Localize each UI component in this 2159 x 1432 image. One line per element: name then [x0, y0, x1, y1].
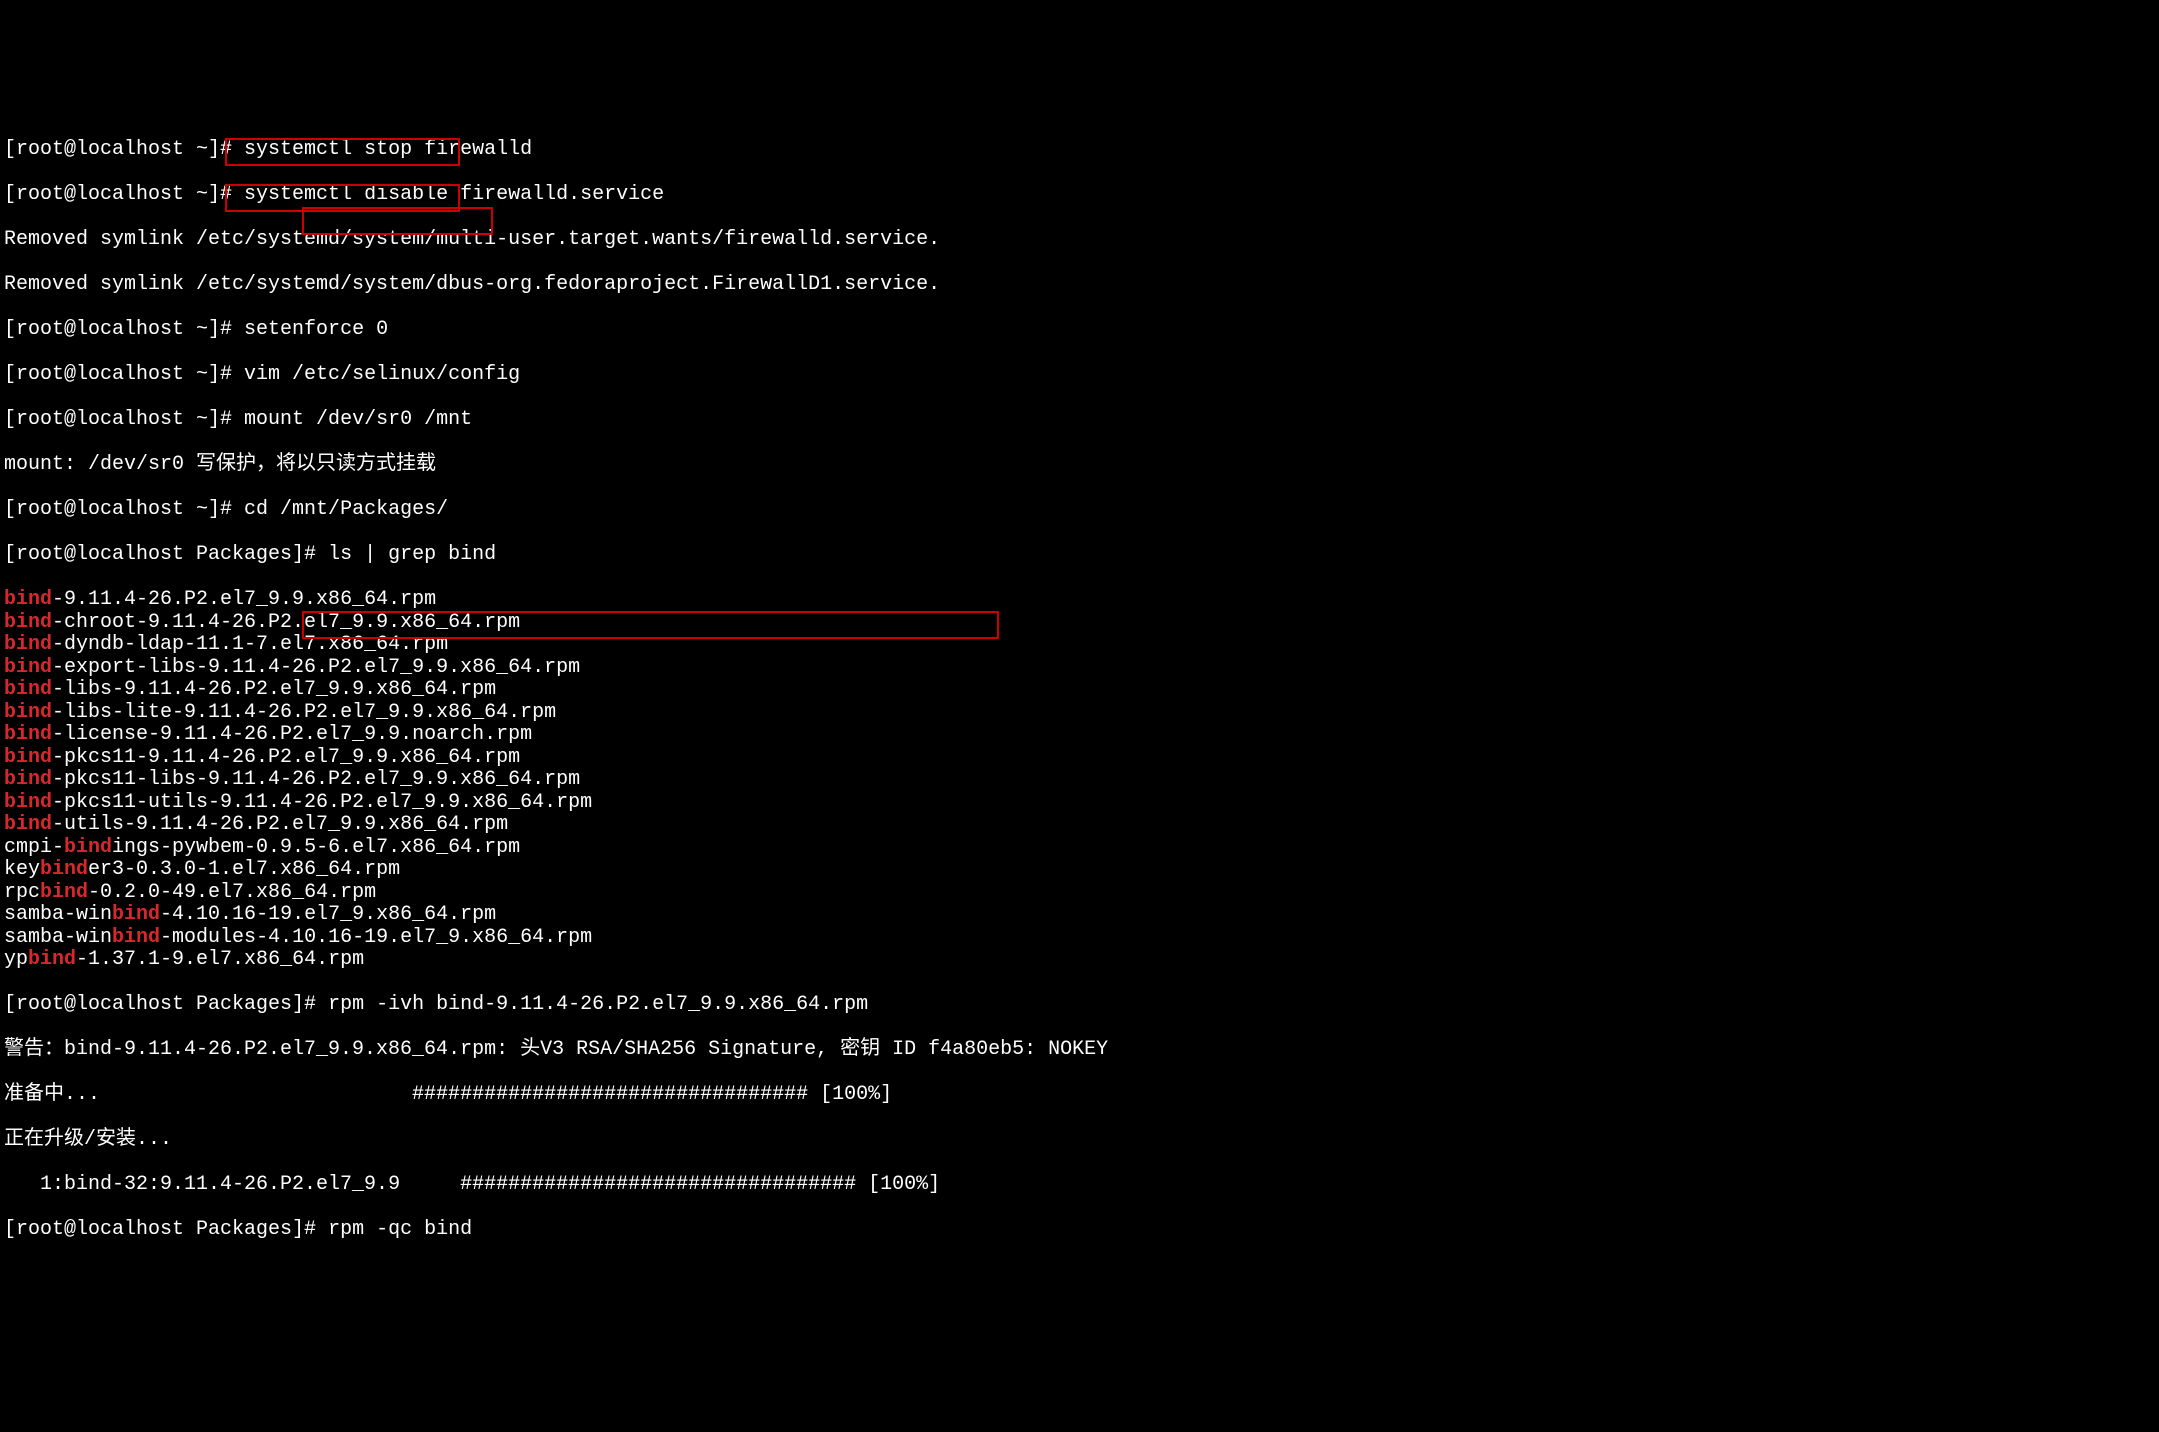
output-mount-readonly: mount: /dev/sr0 写保护，将以只读方式挂载 — [4, 454, 2159, 477]
grep-match-highlight: bind — [112, 926, 160, 949]
grep-result-item: ypbind-1.37.1-9.el7.x86_64.rpm — [4, 949, 2159, 972]
prompt: [root@localhost ~]# — [4, 318, 244, 341]
prompt: [root@localhost ~]# — [4, 498, 244, 521]
cmd-line-rpm-qc: [root@localhost Packages]# rpm -qc bind — [4, 1219, 2159, 1242]
grep-result-list: bind-9.11.4-26.P2.el7_9.9.x86_64.rpmbind… — [4, 589, 2159, 972]
grep-result-item: samba-winbind-4.10.16-19.el7_9.x86_64.rp… — [4, 904, 2159, 927]
prompt: [root@localhost Packages]# — [4, 1218, 328, 1241]
grep-match-highlight: bind — [4, 678, 52, 701]
cmd-line-mount: [root@localhost ~]# mount /dev/sr0 /mnt — [4, 409, 2159, 432]
grep-match-highlight: bind — [4, 588, 52, 611]
grep-match-highlight: bind — [4, 701, 52, 724]
grep-result-item: samba-winbind-modules-4.10.16-19.el7_9.x… — [4, 927, 2159, 950]
grep-result-item: bind-libs-9.11.4-26.P2.el7_9.9.x86_64.rp… — [4, 679, 2159, 702]
grep-result-item: bind-dyndb-ldap-11.1-7.el7.x86_64.rpm — [4, 634, 2159, 657]
grep-result-item: bind-libs-lite-9.11.4-26.P2.el7_9.9.x86_… — [4, 702, 2159, 725]
grep-match-highlight: bind — [4, 656, 52, 679]
command-text: cd /mnt/Packages/ — [244, 498, 448, 521]
output-rpm-install-1: 1:bind-32:9.11.4-26.P2.el7_9.9 #########… — [4, 1174, 2159, 1197]
grep-result-item: bind-license-9.11.4-26.P2.el7_9.9.noarch… — [4, 724, 2159, 747]
command-text: systemctl stop firewalld — [244, 138, 532, 161]
command-text: setenforce 0 — [244, 318, 388, 341]
terminal-output[interactable]: [root@localhost ~]# systemctl stop firew… — [0, 113, 2159, 1275]
output-rpm-preparing: 准备中... #################################… — [4, 1084, 2159, 1107]
grep-result-item: bind-pkcs11-9.11.4-26.P2.el7_9.9.x86_64.… — [4, 747, 2159, 770]
grep-match-highlight: bind — [4, 813, 52, 836]
grep-result-item: bind-export-libs-9.11.4-26.P2.el7_9.9.x8… — [4, 657, 2159, 680]
grep-result-item: bind-9.11.4-26.P2.el7_9.9.x86_64.rpm — [4, 589, 2159, 612]
cmd-line-ls-grep: [root@localhost Packages]# ls | grep bin… — [4, 544, 2159, 567]
grep-match-highlight: bind — [40, 881, 88, 904]
prompt: [root@localhost ~]# — [4, 138, 244, 161]
prompt: [root@localhost Packages]# — [4, 993, 328, 1016]
output-rpm-upgrading: 正在升级/安装... — [4, 1129, 2159, 1152]
grep-match-highlight: bind — [4, 723, 52, 746]
command-text: vim /etc/selinux/config — [244, 363, 520, 386]
cmd-line-cd-packages: [root@localhost ~]# cd /mnt/Packages/ — [4, 499, 2159, 522]
grep-result-item: bind-chroot-9.11.4-26.P2.el7_9.9.x86_64.… — [4, 612, 2159, 635]
grep-result-item: keybinder3-0.3.0-1.el7.x86_64.rpm — [4, 859, 2159, 882]
grep-match-highlight: bind — [4, 746, 52, 769]
grep-match-highlight: bind — [4, 611, 52, 634]
command-text: rpm -qc bind — [328, 1218, 472, 1241]
grep-result-item: rpcbind-0.2.0-49.el7.x86_64.rpm — [4, 882, 2159, 905]
cmd-line-setenforce: [root@localhost ~]# setenforce 0 — [4, 319, 2159, 342]
grep-match-highlight: bind — [112, 903, 160, 926]
prompt: [root@localhost ~]# — [4, 183, 244, 206]
command-text: mount /dev/sr0 /mnt — [244, 408, 472, 431]
cmd-line-disable-firewall: [root@localhost ~]# systemctl disable fi… — [4, 184, 2159, 207]
prompt: [root@localhost ~]# — [4, 363, 244, 386]
output-removed-symlink-2: Removed symlink /etc/systemd/system/dbus… — [4, 274, 2159, 297]
cmd-line-rpm-ivh: [root@localhost Packages]# rpm -ivh bind… — [4, 994, 2159, 1017]
output-removed-symlink-1: Removed symlink /etc/systemd/system/mult… — [4, 229, 2159, 252]
grep-result-item: cmpi-bindings-pywbem-0.9.5-6.el7.x86_64.… — [4, 837, 2159, 860]
output-rpm-warning: 警告：bind-9.11.4-26.P2.el7_9.9.x86_64.rpm:… — [4, 1039, 2159, 1062]
command-text: systemctl disable firewalld.service — [244, 183, 664, 206]
cmd-line-vim-selinux: [root@localhost ~]# vim /etc/selinux/con… — [4, 364, 2159, 387]
prompt: [root@localhost ~]# — [4, 408, 244, 431]
grep-result-item: bind-pkcs11-utils-9.11.4-26.P2.el7_9.9.x… — [4, 792, 2159, 815]
grep-match-highlight: bind — [28, 948, 76, 971]
grep-match-highlight: bind — [4, 791, 52, 814]
command-text: rpm -ivh bind-9.11.4-26.P2.el7_9.9.x86_6… — [328, 993, 868, 1016]
command-text: ls | grep bind — [328, 543, 496, 566]
grep-result-item: bind-utils-9.11.4-26.P2.el7_9.9.x86_64.r… — [4, 814, 2159, 837]
grep-match-highlight: bind — [64, 836, 112, 859]
prompt: [root@localhost Packages]# — [4, 543, 328, 566]
grep-result-item: bind-pkcs11-libs-9.11.4-26.P2.el7_9.9.x8… — [4, 769, 2159, 792]
cmd-line-stop-firewall: [root@localhost ~]# systemctl stop firew… — [4, 139, 2159, 162]
grep-match-highlight: bind — [40, 858, 88, 881]
grep-match-highlight: bind — [4, 633, 52, 656]
grep-match-highlight: bind — [4, 768, 52, 791]
